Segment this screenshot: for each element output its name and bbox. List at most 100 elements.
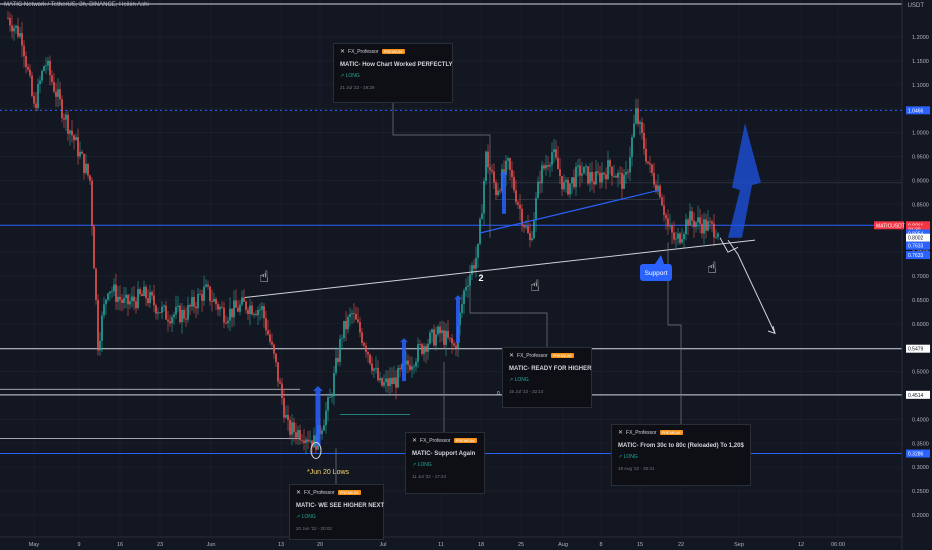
candle-body (35, 103, 37, 109)
candle-body (151, 292, 153, 296)
candle-body (101, 315, 103, 341)
candle-body (199, 294, 201, 295)
time-tick-label: 8 (599, 542, 602, 548)
candle-body (259, 309, 261, 311)
idea-card-3[interactable]: ✕ FX_Professor PREMIUM MATIC- Support Agai… (405, 432, 485, 494)
candle-body (177, 305, 179, 307)
candle-body (367, 352, 369, 355)
idea-title[interactable]: MATIC- From 30c to 80c (Reloaded) To 1,2… (618, 443, 744, 449)
candle-body (249, 305, 251, 314)
candle-body (131, 296, 133, 302)
candle-body (127, 294, 129, 305)
idea-title[interactable]: MATIC- WE SEE HIGHER NEXT (296, 503, 384, 509)
idea-author: FX_Professor (420, 437, 451, 444)
candle-body (57, 89, 59, 97)
price-tag-text: 0.4514 (908, 393, 924, 399)
candle-body (419, 344, 421, 345)
candle-body (265, 318, 267, 331)
idea-author: FX_Professor (304, 489, 335, 496)
candle-body (587, 166, 589, 184)
price-tick-label: 0.9000 (912, 178, 929, 184)
candle-body (201, 294, 203, 301)
candle-body (683, 234, 685, 240)
candle-body (49, 60, 51, 76)
candle-body (513, 176, 515, 191)
candle-body (357, 319, 359, 322)
candle-body (371, 363, 373, 371)
candle-body (61, 99, 63, 119)
idea-card-5[interactable]: ✕ FX_Professor PREMIUM MATIC- WE SEE HIGHE… (289, 484, 384, 540)
candle-body (527, 226, 529, 234)
idea-card-2[interactable]: ✕ FX_Professor PREMIUM MATIC- READY FOR HI… (502, 347, 592, 408)
candle-body (121, 299, 123, 303)
candle-body (123, 298, 125, 303)
candle-body (539, 181, 541, 184)
price-tick-label: 0.3500 (912, 441, 929, 447)
candle-body (577, 165, 579, 167)
candle-body (373, 368, 375, 371)
candle-body (333, 373, 335, 397)
candle-body (631, 137, 633, 158)
candle-body (89, 175, 91, 181)
price-tick-label: 0.4000 (912, 417, 929, 423)
idea-title[interactable]: MATIC- Support Again (412, 451, 478, 457)
candle-body (345, 320, 347, 330)
candle-body (713, 223, 715, 238)
candle-body (591, 172, 593, 182)
candle-body (545, 165, 547, 169)
candle-body (589, 172, 591, 184)
price-tick-label: 0.8500 (912, 202, 929, 208)
candle-body (19, 33, 21, 37)
candle-body (267, 330, 269, 335)
candle-body (351, 313, 353, 315)
candle-body (569, 183, 571, 195)
candle-body (335, 357, 337, 374)
candle-body (23, 45, 25, 57)
candle-body (257, 310, 259, 316)
candle-body (601, 172, 603, 183)
candle-body (649, 162, 651, 165)
jun20-lows-label: *Jun 20 Lows (307, 469, 350, 476)
idea-date: 21 Jul '22 - 19:29 (340, 85, 375, 90)
candle-body (209, 286, 211, 302)
candle-body (117, 296, 119, 302)
candle-body (141, 294, 143, 297)
idea-card-1[interactable]: ✕ FX_Professor PREMIUM MATIC- How Chart Wo… (333, 43, 453, 103)
candle-body (413, 366, 415, 368)
candle-body (287, 414, 289, 421)
candle-body (659, 185, 661, 198)
premium-badge: PREMIUM (659, 430, 683, 435)
candle-body (627, 171, 629, 173)
idea-title[interactable]: MATIC- How Chart Worked PERFECTLY (340, 62, 453, 68)
candle-body (263, 306, 265, 319)
candle-body (337, 357, 339, 362)
candle-body (555, 149, 557, 158)
time-tick-label: 9 (77, 542, 80, 548)
candle-body (65, 114, 67, 120)
candle-body (709, 221, 711, 223)
candle-body (17, 25, 19, 37)
candle-body (643, 133, 645, 149)
candle-body (633, 123, 635, 138)
symbol-header: MATIC Network / TetherUS, 3h, BINANCE, H… (4, 2, 149, 8)
idea-title[interactable]: MATIC- READY FOR HIGHER (509, 366, 591, 372)
idea-card-4[interactable]: ✕ FX_Professor PREMIUM MATIC- From 30c to … (611, 424, 751, 486)
candle-body (139, 289, 141, 295)
candle-body (439, 326, 441, 334)
candle-body (243, 297, 245, 302)
candle-body (363, 343, 365, 346)
candle-body (471, 265, 473, 275)
candle-body (191, 297, 193, 307)
candle-body (407, 360, 409, 366)
candle-body (221, 306, 223, 308)
candle-body (409, 365, 411, 370)
candle-body (443, 330, 445, 345)
candle-body (559, 169, 561, 177)
candle-body (245, 301, 247, 310)
time-tick-label: 15 (637, 542, 643, 548)
candle-body (295, 432, 297, 438)
price-tag-text: 0.8002 (908, 236, 924, 242)
candle-body (55, 91, 57, 97)
candle-body (483, 180, 485, 214)
candle-body (519, 204, 521, 209)
